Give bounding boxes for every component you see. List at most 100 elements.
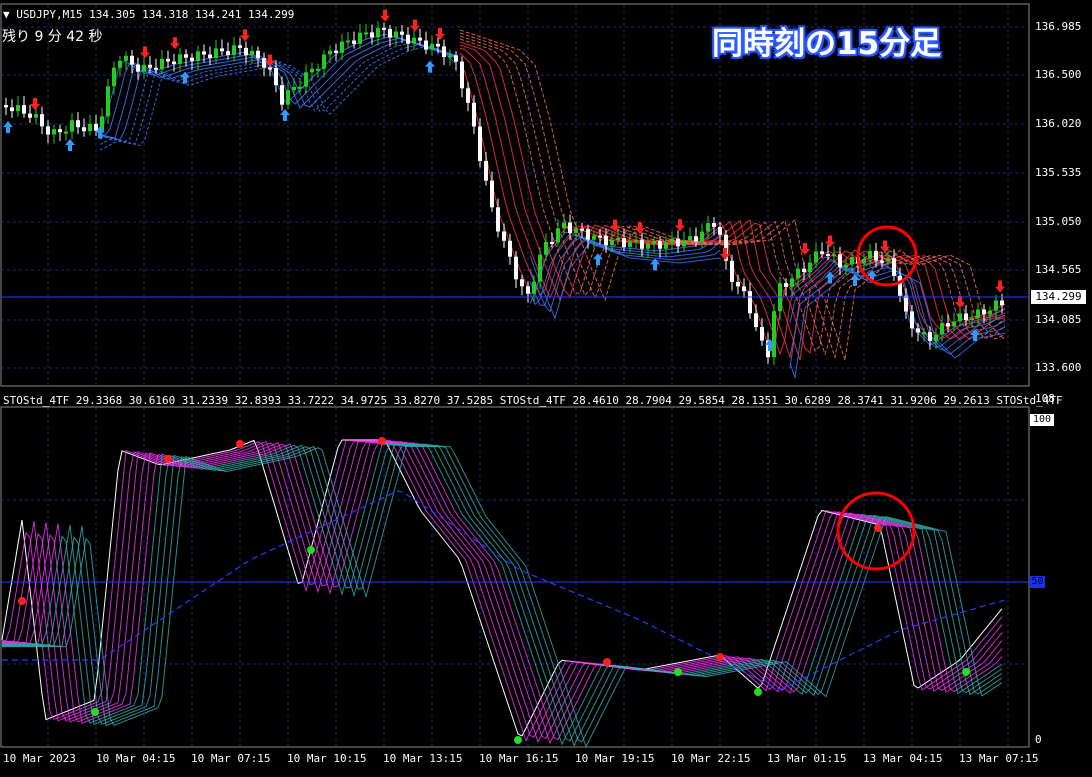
candle-body [988, 310, 992, 315]
candle-body [292, 87, 296, 91]
candle-body [652, 240, 656, 244]
time-label: 10 Mar 22:15 [671, 752, 751, 765]
candle-body [40, 114, 44, 127]
candle-body [940, 323, 944, 335]
signal-dot [378, 437, 386, 445]
candle-body [358, 32, 362, 44]
candle-body [844, 264, 848, 268]
indicator-tick: 100 [1030, 414, 1054, 426]
candle-body [532, 281, 536, 294]
price-tick: 136.020 [1035, 117, 1082, 130]
candle-body [910, 311, 914, 329]
candle-body [496, 207, 500, 232]
candle-body [544, 241, 548, 255]
candle-body [124, 55, 128, 61]
candle-body [874, 250, 878, 261]
candle-body [442, 46, 446, 57]
arrow-up-icon [593, 253, 603, 266]
candle-body [466, 88, 470, 103]
arrow-down-icon [170, 37, 180, 50]
candle-body [796, 268, 800, 279]
candle-body [64, 131, 68, 134]
candle-body [622, 238, 626, 247]
candle-body [166, 58, 170, 62]
time-label: 10 Mar 07:15 [191, 752, 271, 765]
candle-body [904, 295, 908, 312]
candle-body [952, 321, 956, 327]
signal-dot [91, 708, 99, 716]
candle-body [838, 254, 842, 268]
candle-body [226, 51, 230, 55]
candle-body [316, 68, 320, 71]
candle-body [826, 253, 830, 256]
ma-line [459, 38, 1006, 352]
signal-dot [514, 736, 522, 744]
chart-canvas[interactable] [0, 0, 1092, 777]
candle-body [484, 160, 488, 181]
candle-body [112, 67, 116, 87]
candle-body [478, 126, 482, 161]
time-label: 13 Mar 07:15 [959, 752, 1039, 765]
candle-body [820, 251, 824, 254]
candle-body [610, 239, 614, 246]
candle-body [862, 258, 866, 264]
time-label: 13 Mar 01:15 [767, 752, 847, 765]
candle-body [352, 40, 356, 44]
current-price-tag: 134.299 [1031, 290, 1086, 304]
signal-dot [603, 658, 611, 666]
arrow-down-icon [435, 28, 445, 40]
stochastic-line [1, 439, 1003, 737]
candle-body [232, 45, 236, 55]
price-tick: 135.050 [1035, 215, 1082, 228]
time-label: 13 Mar 04:15 [863, 752, 943, 765]
candle-body [346, 40, 350, 43]
arrow-down-icon [995, 280, 1005, 293]
stochastic-line [2, 441, 1003, 744]
candle-body [676, 238, 680, 247]
candle-body [106, 86, 110, 117]
candle-body [694, 236, 698, 242]
candle-body [280, 85, 284, 105]
candle-body [454, 55, 458, 62]
candle-body [886, 258, 890, 262]
ma-line [99, 46, 456, 151]
candle-body [706, 223, 710, 232]
candle-body [898, 275, 902, 296]
candle-body [892, 258, 896, 276]
ma-line [459, 29, 1006, 361]
candle-body [184, 54, 188, 58]
stochastic-line [2, 442, 1003, 745]
candle-body [760, 327, 764, 341]
candle-body [748, 291, 752, 314]
candle-body [448, 55, 452, 58]
candle-body [526, 286, 530, 294]
price-tick: 134.085 [1035, 313, 1082, 326]
ma-line [99, 39, 456, 141]
candle-body [196, 51, 200, 62]
candle-body [406, 34, 410, 44]
candle-body [412, 37, 416, 44]
candle-body [946, 323, 950, 327]
candle-body [34, 114, 38, 118]
candle-body [934, 334, 938, 341]
candle-body [646, 243, 650, 249]
candle-body [52, 129, 56, 135]
candle-body [310, 68, 314, 73]
moving-average-ribbon [99, 29, 1006, 379]
candle-body [178, 54, 182, 64]
time-label: 10 Mar 2023 [3, 752, 76, 765]
candle-body [580, 228, 584, 231]
ma-line [99, 37, 456, 139]
candle-body [736, 281, 740, 287]
candle-body [160, 58, 164, 70]
indicator-tick: 0 [1035, 733, 1042, 746]
candle-body [976, 309, 980, 319]
candle-body [628, 241, 632, 247]
signal-dot [236, 440, 244, 448]
candle-body [502, 231, 506, 241]
stochastic-ribbon [1, 439, 1005, 748]
candle-body [970, 318, 974, 321]
candle-body [640, 239, 644, 249]
candle-body [808, 262, 812, 273]
candle-body [574, 228, 578, 233]
